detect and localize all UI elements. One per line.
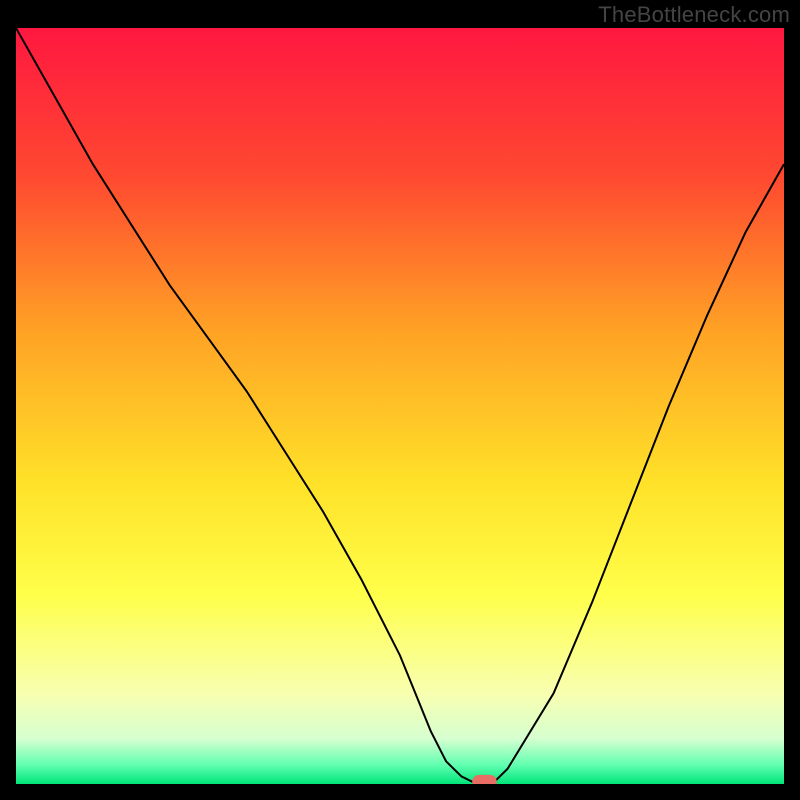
optimal-point-marker bbox=[472, 775, 497, 784]
watermark-text: TheBottleneck.com bbox=[598, 2, 790, 28]
chart-plot bbox=[16, 28, 784, 784]
chart-container: TheBottleneck.com bbox=[0, 0, 800, 800]
